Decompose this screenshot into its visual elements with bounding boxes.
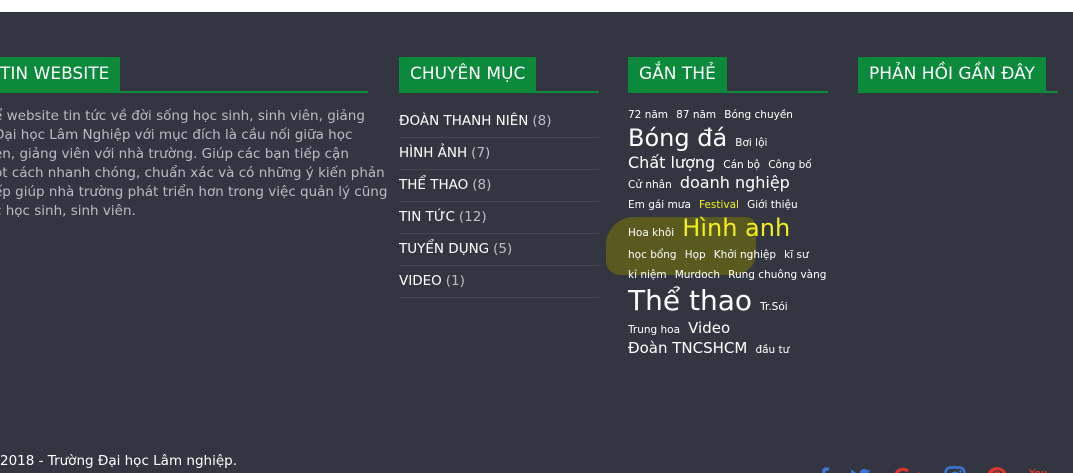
category-item[interactable]: TIN TỨC (12) <box>399 202 599 234</box>
category-name[interactable]: ĐOÀN THANH NIÊN <box>399 113 528 129</box>
about-widget: TIN WEBSITE ể website tin tức về đời sốn… <box>0 57 388 221</box>
tag-link[interactable]: Bơi lội <box>735 137 767 149</box>
tag-link[interactable]: Em gái mưa <box>628 199 691 211</box>
google-plus-icon[interactable] <box>892 465 920 473</box>
category-count: (7) <box>471 145 491 161</box>
youtube-icon[interactable]: You <box>1026 465 1052 473</box>
category-list: ĐOÀN THANH NIÊN (8) HÌNH ẢNH (7) THỂ THAO(… <box>399 106 599 298</box>
tag-link[interactable]: Họp <box>685 249 706 261</box>
category-count: (12) <box>458 209 487 225</box>
category-item[interactable]: TUYỂN DỤNG (5) <box>399 234 599 266</box>
tag-link[interactable]: Hoa khôi <box>628 227 674 239</box>
tags-widget-header: GẮN THẺ <box>628 57 828 93</box>
about-widget-title: TIN WEBSITE <box>0 57 121 91</box>
tag-link[interactable]: kĩ sư <box>784 249 808 261</box>
tag-link[interactable]: Giới thiệu <box>747 199 798 211</box>
about-line: ếp giúp nhà trường phát triển hơn trong … <box>0 184 388 200</box>
about-line: ể website tin tức về đời sống học sinh, … <box>0 108 365 124</box>
tag-link[interactable]: Đoàn TNCSHCM <box>628 339 747 357</box>
category-item[interactable]: THỂ THAO (8) <box>399 170 599 202</box>
tag-link[interactable]: Chất lượng <box>628 153 715 172</box>
tag-link[interactable]: học bổng <box>628 249 677 261</box>
category-name[interactable]: VIDEO <box>399 273 442 289</box>
tags-widget-title: GẮN THẺ <box>628 57 727 91</box>
tag-link[interactable]: Festival <box>699 199 739 211</box>
tag-link[interactable]: Tr.Sói <box>760 301 788 313</box>
tag-link[interactable]: Bóng đá <box>628 124 727 152</box>
category-name[interactable]: HÌNH ẢNH <box>399 145 467 161</box>
category-item[interactable]: ĐOÀN THANH NIÊN (8) <box>399 106 599 138</box>
tag-link[interactable]: 72 năm <box>628 109 668 121</box>
tags-widget: GẮN THẺ 72 năm 87 năm Bóng chuyền Bóng đ… <box>606 57 828 358</box>
category-count: (5) <box>493 241 513 257</box>
about-text: ể website tin tức về đời sống học sinh, … <box>0 107 388 221</box>
about-widget-header: TIN WEBSITE <box>0 57 368 93</box>
tag-link[interactable]: Murdoch <box>675 269 720 281</box>
tag-link[interactable]: đầu tư <box>755 344 789 356</box>
about-line: ột cách nhanh chóng, chuẩn xác và có nhữ… <box>0 165 385 181</box>
category-count: (8) <box>532 113 552 129</box>
tag-link[interactable]: doanh nghiệp <box>680 173 790 192</box>
category-name[interactable]: THỂ THAO <box>399 177 468 193</box>
categories-widget: CHUYÊN MỤC ĐOÀN THANH NIÊN (8) HÌNH ẢNH (7… <box>399 57 599 298</box>
tag-link[interactable]: Hình anh <box>682 214 790 242</box>
category-item[interactable]: HÌNH ẢNH (7) <box>399 138 599 170</box>
tag-link[interactable]: Video <box>688 319 730 337</box>
tag-link[interactable]: Thể thao <box>628 284 752 317</box>
facebook-icon[interactable] <box>812 465 836 473</box>
tag-link[interactable]: 87 năm <box>676 109 716 121</box>
pinterest-icon[interactable] <box>985 465 1009 473</box>
categories-widget-header: CHUYÊN MỤC <box>399 57 599 93</box>
tag-link[interactable]: Rung chuông vàng <box>728 269 826 281</box>
category-count: (1) <box>445 273 465 289</box>
twitter-icon[interactable] <box>848 465 872 473</box>
instagram-icon[interactable] <box>943 465 967 473</box>
category-name[interactable]: TIN TỨC <box>399 209 455 225</box>
recent-feedback-widget: PHẢN HỒI GẦN ĐÂY <box>858 57 1058 93</box>
svg-text:You: You <box>1028 469 1047 473</box>
tag-link[interactable]: Cử nhân <box>628 179 672 191</box>
tag-cloud: 72 năm 87 năm Bóng chuyền Bóng đá Bơi lộ… <box>628 103 833 358</box>
feedback-widget-title: PHẢN HỒI GẦN ĐÂY <box>858 57 1046 91</box>
about-line: ên, giảng viên với nhà trường. Giúp các … <box>0 146 349 162</box>
tag-link[interactable]: kỉ niệm <box>628 269 667 281</box>
site-footer: TIN WEBSITE ể website tin tức về đời sốn… <box>0 12 1073 473</box>
category-item[interactable]: VIDEO (1) <box>399 266 599 298</box>
tag-link[interactable]: Trung hoa <box>628 324 680 336</box>
tag-link[interactable]: Công bố <box>768 159 812 171</box>
category-name[interactable]: TUYỂN DỤNG <box>399 241 489 257</box>
copyright-text: 2018 - Trường Đại học Lâm nghiệp. <box>0 453 237 469</box>
feedback-widget-header: PHẢN HỒI GẦN ĐÂY <box>858 57 1058 93</box>
about-line: c học sinh, sinh viên. <box>0 203 136 219</box>
categories-widget-title: CHUYÊN MỤC <box>399 57 537 91</box>
tag-link[interactable]: Cán bộ <box>723 159 760 171</box>
category-count: (8) <box>472 177 492 193</box>
tag-link[interactable]: Bóng chuyền <box>724 109 793 121</box>
about-line: Đại học Lâm Nghiệp với mục đích là cầu n… <box>0 127 353 143</box>
tag-link[interactable]: Khởi nghiệp <box>714 249 776 261</box>
